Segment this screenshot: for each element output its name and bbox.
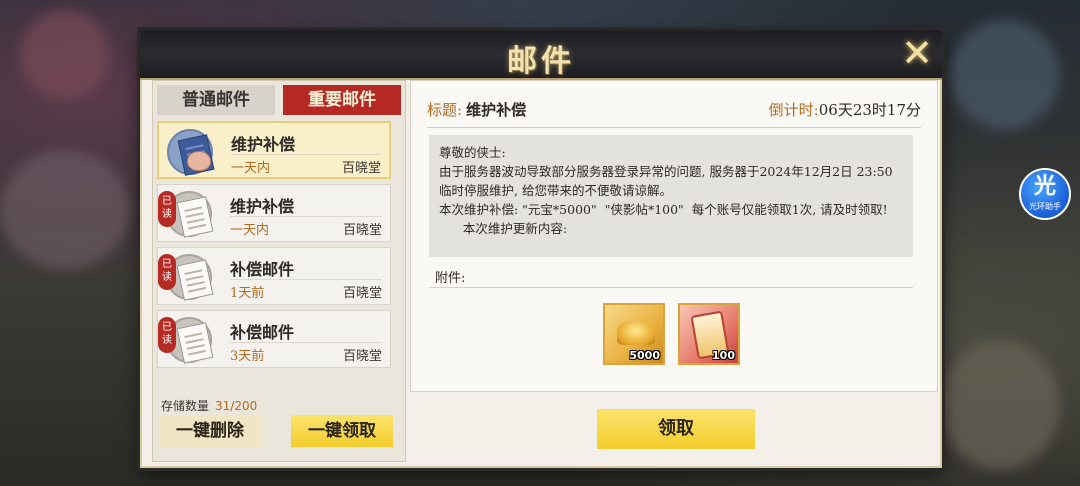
delete-all-button[interactable]: 一键删除 <box>159 415 261 447</box>
mail-title: 补偿邮件 <box>230 260 295 279</box>
close-icon[interactable]: ✕ <box>896 32 938 74</box>
reward-quantity: 100 <box>712 349 735 362</box>
mail-sender: 百晓堂 <box>341 161 381 176</box>
subject-value: 维护补偿 <box>466 101 527 119</box>
mail-list[interactable]: 维护补偿 一天内 百晓堂 已读 维护补偿 一天内 百晓堂 已读 补偿邮件 1天前… <box>157 121 391 389</box>
mail-title: 补偿邮件 <box>230 323 295 342</box>
tab-important-mail[interactable]: 重要邮件 <box>283 85 401 115</box>
body-line: 本次维护补偿: "元宝*5000" "侠影帖*100" 每个账号仅能领取1次, … <box>439 202 888 217</box>
body-line: 尊敬的侠士: <box>439 145 506 160</box>
mail-window: 邮件 ✕ 普通邮件 重要邮件 维护补偿 一天内 百晓堂 已读 维护补偿 一天内 … <box>140 30 942 468</box>
mail-header: 标题: 维护补偿 倒计时:06天23时17分 <box>427 99 921 121</box>
divider <box>429 287 913 288</box>
bg-decoration <box>0 150 130 270</box>
mail-body[interactable]: 尊敬的侠士: 由于服务器波动导致部分服务器登录异常的问题, 服务器于2024年1… <box>429 135 913 257</box>
title-bar: 邮件 ✕ <box>140 30 942 80</box>
gold-ingot-icon <box>617 321 655 345</box>
mail-item[interactable]: 已读 补偿邮件 3天前 百晓堂 <box>157 310 391 368</box>
reward-quantity: 5000 <box>629 349 660 362</box>
read-stamp: 已读 <box>158 254 176 290</box>
mail-sender: 百晓堂 <box>342 349 382 364</box>
reward-ticket[interactable]: 100 <box>678 303 740 365</box>
mail-item[interactable]: 已读 补偿邮件 1天前 百晓堂 <box>157 247 391 305</box>
mail-sender: 百晓堂 <box>342 286 382 301</box>
pouch-icon <box>187 151 211 171</box>
tab-normal-mail[interactable]: 普通邮件 <box>157 85 275 115</box>
window-title: 邮件 <box>507 44 575 79</box>
mail-list-panel: 普通邮件 重要邮件 维护补偿 一天内 百晓堂 已读 维护补偿 一天内 百晓堂 已… <box>152 80 406 462</box>
assistant-glyph: 光 <box>1033 173 1056 199</box>
body-line: 由于服务器波动导致部分服务器登录异常的问题, 服务器于2024年12月2日 23… <box>439 164 897 198</box>
mail-item[interactable]: 维护补偿 一天内 百晓堂 <box>157 121 391 179</box>
countdown: 倒计时:06天23时17分 <box>769 99 921 120</box>
bg-decoration <box>940 340 1060 470</box>
claim-button[interactable]: 领取 <box>597 409 755 449</box>
mail-time: 一天内 <box>230 223 270 238</box>
mail-time: 1天前 <box>230 286 265 301</box>
attachments-label: 附件: <box>435 271 466 286</box>
mail-time: 一天内 <box>231 161 271 176</box>
bg-decoration <box>950 20 1060 130</box>
mail-item[interactable]: 已读 维护补偿 一天内 百晓堂 <box>157 184 391 242</box>
reward-gold-ingot[interactable]: 5000 <box>603 303 665 365</box>
mail-time: 3天前 <box>230 349 265 364</box>
mail-tabs: 普通邮件 重要邮件 <box>157 85 401 115</box>
read-stamp: 已读 <box>158 317 176 353</box>
mail-sender: 百晓堂 <box>342 223 382 238</box>
mail-title: 维护补偿 <box>231 135 296 154</box>
storage-label: 存储数量 <box>161 399 210 413</box>
bg-decoration <box>20 10 110 100</box>
mail-detail-panel: 标题: 维护补偿 倒计时:06天23时17分 尊敬的侠士: 由于服务器波动导致部分… <box>410 80 938 392</box>
assistant-label: 光环助手 <box>1029 202 1061 211</box>
assistant-floating-button[interactable]: 光 光环助手 <box>1019 168 1071 220</box>
mail-icon <box>165 127 219 176</box>
countdown-value: 06天23时17分 <box>818 101 921 119</box>
divider <box>427 127 921 128</box>
storage-count: 存储数量 31/200 <box>161 397 257 414</box>
mail-title: 维护补偿 <box>230 197 295 216</box>
claim-all-button[interactable]: 一键领取 <box>291 415 393 447</box>
countdown-label: 倒计时: <box>768 101 819 119</box>
subject-label: 标题: <box>427 101 463 119</box>
read-stamp: 已读 <box>158 191 176 227</box>
storage-value: 31/200 <box>215 399 258 413</box>
body-line: 本次维护更新内容: <box>439 221 568 236</box>
